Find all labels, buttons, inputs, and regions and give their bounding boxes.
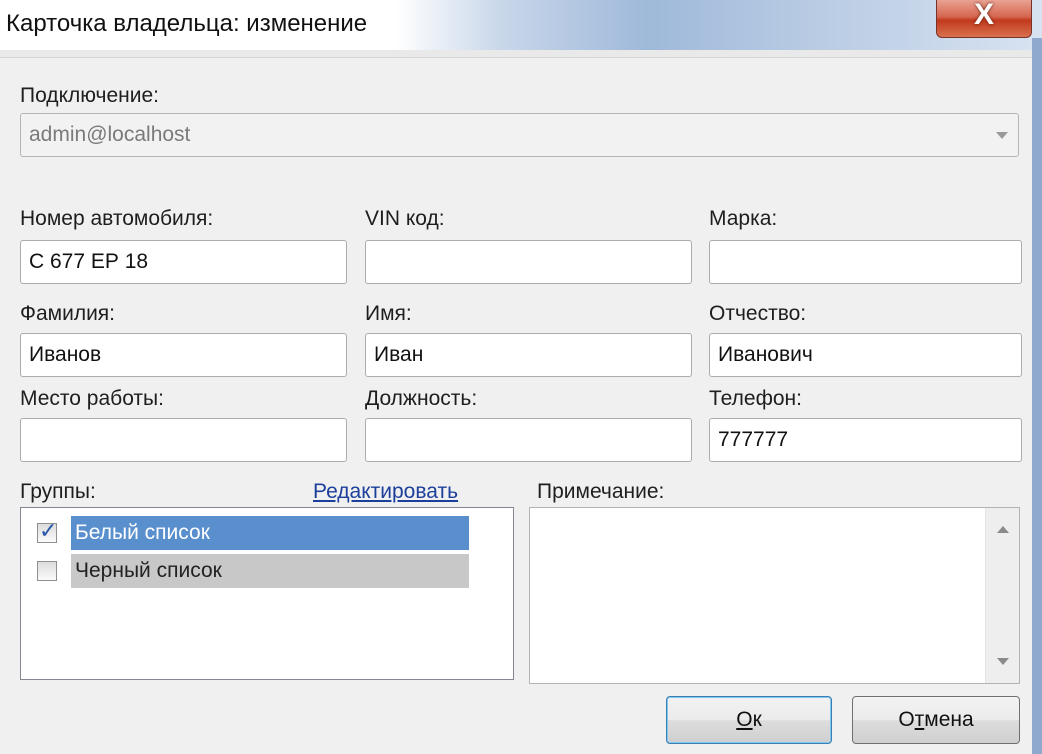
edit-groups-link[interactable]: Редактировать	[313, 480, 458, 504]
title-separator	[0, 50, 1042, 58]
close-icon: X	[973, 0, 994, 31]
notes-scrollbar[interactable]	[985, 508, 1019, 683]
window-title: Карточка владельца: изменение	[6, 10, 368, 37]
patronymic-label: Отчество:	[709, 302, 807, 325]
scroll-down-arrow-icon[interactable]	[997, 658, 1009, 665]
vin-input[interactable]	[365, 240, 692, 284]
ok-button[interactable]: Ок	[666, 696, 832, 744]
last-name-label: Фамилия:	[20, 302, 116, 325]
notes-label: Примечание:	[537, 480, 665, 503]
ok-label-rest: к	[752, 708, 762, 731]
groups-label: Группы:	[20, 480, 96, 503]
car-number-label: Номер автомобиля:	[20, 207, 214, 230]
workplace-label: Место работы:	[20, 387, 164, 410]
cancel-mnemonic: т	[914, 708, 925, 731]
list-item-label: Черный список	[71, 554, 469, 588]
chevron-down-icon	[996, 132, 1008, 139]
title-bar[interactable]: Карточка владельца: изменение X	[0, 0, 1042, 50]
cancel-button[interactable]: Отмена	[852, 696, 1020, 744]
first-name-label: Имя:	[365, 302, 412, 325]
phone-input[interactable]: 777777	[709, 418, 1022, 462]
list-item-label: Белый список	[71, 516, 469, 550]
brand-input[interactable]	[709, 240, 1022, 284]
checkbox[interactable]: ✓	[37, 518, 57, 543]
phone-label: Телефон:	[709, 387, 802, 410]
car-number-input[interactable]: С 677 ЕР 18	[20, 240, 347, 284]
position-input[interactable]	[365, 418, 692, 462]
connection-dropdown[interactable]: admin@localhost	[20, 113, 1019, 157]
scroll-up-arrow-icon[interactable]	[997, 526, 1009, 533]
brand-label: Марка:	[709, 207, 778, 230]
close-button[interactable]: X	[936, 0, 1032, 38]
last-name-input[interactable]: Иванов	[20, 333, 347, 377]
cancel-label-rest: мена	[924, 708, 974, 731]
window-frame-edge	[1032, 38, 1042, 754]
list-item[interactable]: Черный список	[37, 554, 469, 588]
first-name-input[interactable]: Иван	[365, 333, 692, 377]
notes-textarea[interactable]	[529, 507, 1020, 684]
checkmark-icon: ✓	[39, 518, 58, 543]
patronymic-input[interactable]: Иванович	[709, 333, 1022, 377]
connection-label: Подключение:	[20, 84, 159, 107]
position-label: Должность:	[365, 387, 478, 410]
owner-card-dialog: Карточка владельца: изменение X Подключе…	[0, 0, 1042, 754]
workplace-input[interactable]	[20, 418, 347, 462]
checkbox[interactable]	[37, 561, 57, 581]
groups-list[interactable]: ✓ Белый список Черный список	[20, 507, 514, 680]
cancel-label-prefix: О	[898, 708, 915, 731]
list-item[interactable]: ✓ Белый список	[37, 516, 469, 550]
vin-label: VIN код:	[365, 207, 445, 230]
ok-mnemonic: О	[736, 708, 753, 731]
connection-value: admin@localhost	[29, 123, 191, 146]
